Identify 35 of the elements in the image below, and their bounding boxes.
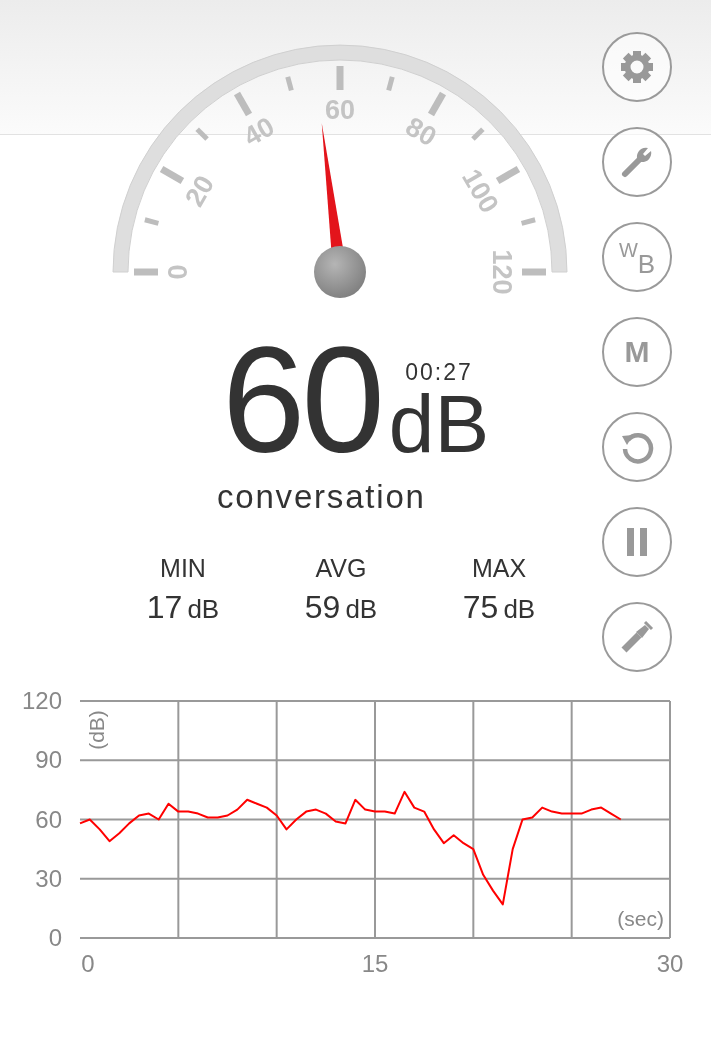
y-axis-label: (dB) <box>85 710 108 750</box>
stat-label: MIN <box>160 554 206 583</box>
stat-label: AVG <box>315 554 367 583</box>
elapsed-time: 00:27 <box>405 359 473 386</box>
decibel-reading: 60 <box>222 340 381 460</box>
scale-label: 100 <box>455 164 505 219</box>
stat-label: MAX <box>471 554 527 583</box>
scale-label: 80 <box>400 111 442 153</box>
scale-label: 120 <box>486 249 517 295</box>
needle-hub <box>314 246 366 298</box>
decibel-unit: dB <box>388 388 490 460</box>
pause-icon <box>624 527 650 557</box>
stat-unit: dB <box>187 594 220 625</box>
x-tick-label: 30 <box>656 950 684 977</box>
stat-unit: dB <box>345 594 378 625</box>
stat-unit: dB <box>503 594 536 625</box>
y-tick-label: 90 <box>35 746 62 774</box>
mode-button[interactable]: M <box>602 317 672 387</box>
y-tick-label: 60 <box>35 805 62 833</box>
scale-label: 20 <box>179 170 221 212</box>
flashlight-icon <box>619 619 655 655</box>
y-tick-label: 120 <box>21 687 62 714</box>
y-tick-label: 0 <box>48 924 62 951</box>
scale-label: 0 <box>163 264 194 280</box>
x-axis-label: (sec) <box>617 907 664 930</box>
stat-value: 17 <box>146 589 183 626</box>
wrench-icon <box>620 145 654 179</box>
gear-icon <box>620 50 654 84</box>
noise-description: conversation <box>217 478 427 516</box>
y-tick-label: 30 <box>35 864 62 892</box>
stat-value: 75 <box>462 589 499 626</box>
x-tick-label: 15 <box>361 950 389 977</box>
stat-value: 59 <box>304 589 341 626</box>
scale-label: 40 <box>238 111 280 153</box>
x-tick-label: 0 <box>81 950 95 977</box>
